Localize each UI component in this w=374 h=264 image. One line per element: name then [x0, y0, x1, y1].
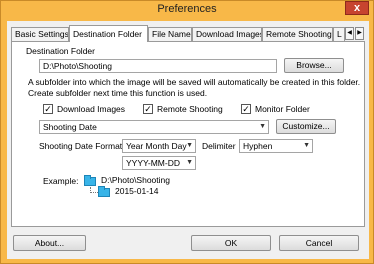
tab-scroll-left-icon[interactable]: ◀ — [345, 27, 354, 40]
checkbox-download-images-box[interactable]: ✓ — [43, 103, 53, 114]
tab-file-name[interactable]: File Name — [148, 27, 192, 41]
chevron-down-icon: ▼ — [303, 142, 310, 149]
subfolder-info-line-2: Create subfolder next time this function… — [28, 88, 208, 98]
tab-bar: Basic Settings Destination Folder File N… — [11, 25, 367, 42]
checkbox-monitor-folder-box[interactable]: ✓ — [241, 103, 251, 114]
chevron-down-icon: ▼ — [186, 142, 193, 149]
checkbox-remote-shooting[interactable]: ✓ Remote Shooting — [143, 103, 223, 115]
delimiter-select[interactable]: Hyphen ▼ — [239, 139, 313, 153]
preferences-window: Preferences x Basic Settings Destination… — [0, 0, 374, 264]
checkbox-monitor-folder-label: Monitor Folder — [255, 104, 310, 114]
subfolder-icon — [98, 186, 110, 197]
example-subfolder: 2015-01-14 — [115, 186, 159, 196]
tab-overflow[interactable]: L — [333, 27, 345, 41]
checkbox-remote-shooting-label: Remote Shooting — [157, 104, 223, 114]
folder-icon — [84, 175, 96, 186]
customize-button[interactable]: Customize... — [276, 119, 336, 134]
tab-remote-shooting[interactable]: Remote Shooting — [262, 27, 333, 41]
chevron-down-icon: ▼ — [186, 159, 193, 166]
tab-download-images[interactable]: Download Images — [192, 27, 262, 41]
cancel-button[interactable]: Cancel — [279, 235, 359, 251]
ok-button[interactable]: OK — [191, 235, 271, 251]
delimiter-value: Hyphen — [243, 141, 273, 151]
about-button[interactable]: About... — [13, 235, 86, 251]
date-format-select[interactable]: Year Month Day ▼ — [122, 139, 196, 153]
checkbox-download-images-label: Download Images — [57, 104, 126, 114]
checkbox-download-images[interactable]: ✓ Download Images — [43, 103, 125, 115]
close-button[interactable]: x — [345, 1, 369, 15]
date-pattern-select[interactable]: YYYY-MM-DD ▼ — [122, 156, 196, 170]
tree-connector — [90, 187, 98, 193]
tab-scroll-right-icon[interactable]: ▶ — [355, 27, 364, 40]
subfolder-type-value: Shooting Date — [43, 122, 97, 132]
checkbox-monitor-folder[interactable]: ✓ Monitor Folder — [241, 103, 310, 115]
subfolder-type-select[interactable]: Shooting Date ▼ — [39, 120, 269, 134]
example-folder-path: D:\Photo\Shooting — [101, 175, 170, 185]
tab-basic-settings[interactable]: Basic Settings — [11, 27, 69, 41]
subfolder-info-line-1: A subfolder into which the image will be… — [28, 77, 361, 87]
browse-button[interactable]: Browse... — [284, 58, 344, 73]
date-format-value: Year Month Day — [126, 141, 187, 151]
destination-path-field[interactable]: D:\Photo\Shooting — [39, 59, 277, 73]
delimiter-label: Delimiter — [202, 141, 236, 151]
date-format-label: Shooting Date Format — [39, 141, 123, 151]
example-label: Example: — [43, 176, 79, 186]
window-title: Preferences — [157, 3, 217, 15]
tab-destination-folder[interactable]: Destination Folder — [69, 25, 148, 42]
destination-folder-panel: Destination Folder D:\Photo\Shooting Bro… — [11, 41, 365, 227]
checkbox-remote-shooting-box[interactable]: ✓ — [143, 103, 153, 114]
dialog-client: Basic Settings Destination Folder File N… — [7, 21, 369, 259]
destination-folder-label: Destination Folder — [26, 46, 95, 56]
chevron-down-icon: ▼ — [259, 123, 266, 130]
date-pattern-value: YYYY-MM-DD — [126, 158, 180, 168]
